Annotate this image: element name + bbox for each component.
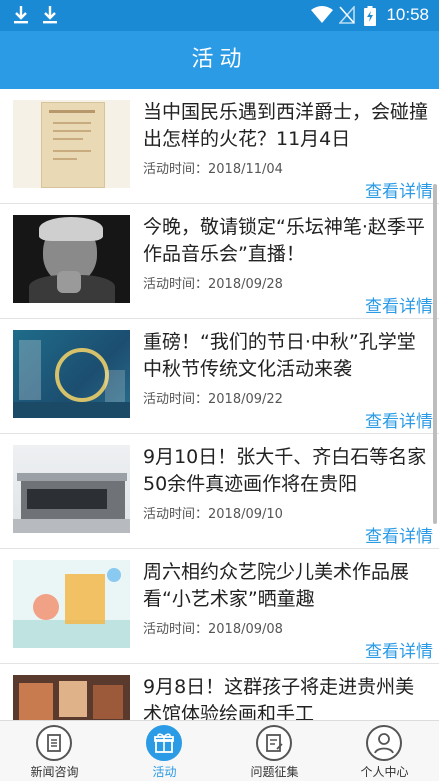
tab-profile[interactable]: 个人中心 — [330, 721, 439, 781]
battery-icon — [364, 6, 376, 26]
list-item[interactable]: 重磅！“我们的节日·中秋”孔学堂中秋节传统文化活动来袭 活动时间：2018/09… — [0, 319, 439, 434]
item-date: 活动时间：2018/09/22 — [143, 392, 283, 407]
view-details-link[interactable]: 查看详情 — [365, 292, 433, 317]
bottom-tab-bar: 新闻咨询 活动 问题征集 个人中心 — [0, 720, 439, 781]
thumbnail-image — [13, 445, 130, 533]
item-date: 活动时间：2018/09/08 — [143, 622, 283, 637]
tab-news[interactable]: 新闻咨询 — [0, 721, 109, 781]
item-title[interactable]: 今晚，敬请锁定“乐坛神笔·赵季平作品音乐会”直播！ — [143, 214, 433, 268]
item-date: 活动时间：2018/11/04 — [143, 162, 283, 177]
list-item[interactable]: 当中国民乐遇到西洋爵士，会碰撞出怎样的火花？11月4日 活动时间：2018/11… — [0, 89, 439, 204]
list-item[interactable]: 9月8日！这群孩子将走进贵州美术馆体验绘画和手工 — [0, 664, 439, 720]
list-item[interactable]: 周六相约众艺院少儿美术作品展 看“小艺术家”晒童趣 活动时间：2018/09/0… — [0, 549, 439, 664]
user-icon — [366, 725, 402, 761]
page-title: 活动 — [0, 31, 439, 89]
item-title[interactable]: 9月8日！这群孩子将走进贵州美术馆体验绘画和手工 — [143, 674, 433, 720]
tab-label: 问题征集 — [250, 765, 299, 779]
item-title[interactable]: 当中国民乐遇到西洋爵士，会碰撞出怎样的火花？11月4日 — [143, 99, 433, 153]
tab-survey[interactable]: 问题征集 — [220, 721, 329, 781]
view-details-link[interactable]: 查看详情 — [365, 637, 433, 662]
activity-list[interactable]: 当中国民乐遇到西洋爵士，会碰撞出怎样的火花？11月4日 活动时间：2018/11… — [0, 89, 439, 720]
scrollbar[interactable] — [433, 184, 437, 524]
tab-label: 新闻咨询 — [30, 765, 79, 779]
tab-label: 个人中心 — [360, 765, 409, 779]
no-signal-icon — [339, 6, 355, 24]
item-date: 活动时间：2018/09/28 — [143, 277, 283, 292]
tab-label: 活动 — [152, 765, 177, 779]
news-icon — [36, 725, 72, 761]
list-item[interactable]: 9月10日！张大千、齐白石等名家50余件真迹画作将在贵阳 活动时间：2018/0… — [0, 434, 439, 549]
item-title[interactable]: 9月10日！张大千、齐白石等名家50余件真迹画作将在贵阳 — [143, 444, 433, 498]
item-date: 活动时间：2018/09/10 — [143, 507, 283, 522]
survey-icon — [256, 725, 292, 761]
item-title[interactable]: 周六相约众艺院少儿美术作品展 看“小艺术家”晒童趣 — [143, 559, 433, 613]
thumbnail-image — [13, 330, 130, 418]
wifi-icon — [311, 6, 333, 23]
status-bar: 10:58 — [0, 0, 439, 31]
thumbnail-image — [13, 215, 130, 303]
view-details-link[interactable]: 查看详情 — [365, 177, 433, 202]
view-details-link[interactable]: 查看详情 — [365, 407, 433, 432]
tab-activity[interactable]: 活动 — [110, 721, 219, 781]
gift-icon — [146, 725, 182, 761]
download-icon — [14, 6, 28, 24]
download-icon — [43, 6, 57, 24]
view-details-link[interactable]: 查看详情 — [365, 522, 433, 547]
item-title[interactable]: 重磅！“我们的节日·中秋”孔学堂中秋节传统文化活动来袭 — [143, 329, 433, 383]
thumbnail-image — [13, 675, 130, 720]
clock: 10:58 — [386, 5, 429, 24]
list-item[interactable]: 今晚，敬请锁定“乐坛神笔·赵季平作品音乐会”直播！ 活动时间：2018/09/2… — [0, 204, 439, 319]
thumbnail-image — [13, 100, 130, 188]
thumbnail-image — [13, 560, 130, 648]
